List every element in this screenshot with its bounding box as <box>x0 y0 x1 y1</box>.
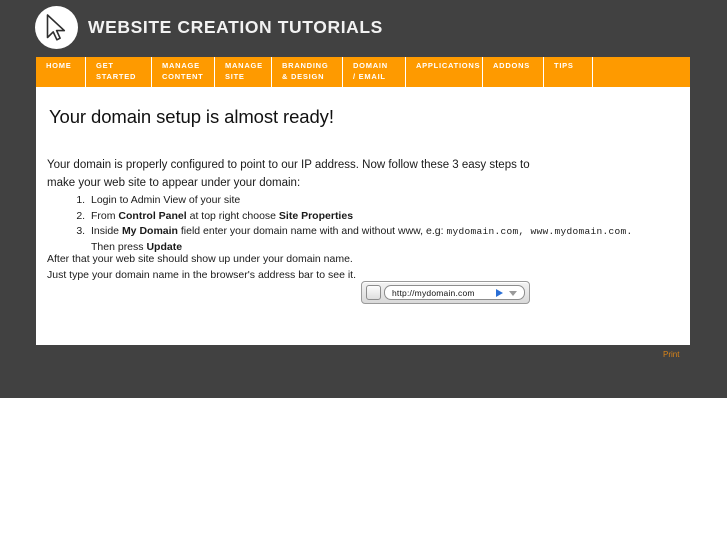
url-text: http://mydomain.com <box>392 287 475 298</box>
site-header: WEBSITE CREATION TUTORIALS <box>0 0 727 57</box>
blank-page-icon <box>366 285 381 300</box>
nav-item-manage-site[interactable]: MANAGE SITE <box>215 57 272 87</box>
main-navigation: HOME GET STARTED MANAGE CONTENT MANAGE S… <box>36 57 690 87</box>
nav-item-get-started[interactable]: GET STARTED <box>86 57 152 87</box>
outro-paragraph: After that your web site should show up … <box>47 253 356 281</box>
steps-list: Login to Admin View of your site From Co… <box>66 193 648 255</box>
print-link[interactable]: Print <box>663 350 679 359</box>
nav-item-applications[interactable]: APPLICATIONS <box>406 57 483 87</box>
brand-title: WEBSITE CREATION TUTORIALS <box>88 17 383 37</box>
play-triangle-icon[interactable] <box>496 289 503 297</box>
nav-item-tips[interactable]: TIPS <box>544 57 593 87</box>
list-item: Login to Admin View of your site <box>88 193 648 208</box>
nav-item-home[interactable]: HOME <box>36 57 86 87</box>
nav-item-domain-email[interactable]: DOMAIN / EMAIL <box>343 57 406 87</box>
nav-item-addons[interactable]: ADDONS <box>483 57 544 87</box>
intro-paragraph: Your domain is properly configured to po… <box>47 159 530 189</box>
nav-item-branding-design[interactable]: BRANDING & DESIGN <box>272 57 343 87</box>
address-bar-inner: http://mydomain.com <box>366 285 525 300</box>
nav-item-manage-content[interactable]: MANAGE CONTENT <box>152 57 215 87</box>
page-title: Your domain setup is almost ready! <box>49 106 334 127</box>
page-root: WEBSITE CREATION TUTORIALS HOME GET STAR… <box>0 0 727 545</box>
list-item: Inside My Domain field enter your domain… <box>88 224 648 254</box>
panel-body: Your domain setup is almost ready! Your … <box>36 87 690 345</box>
url-field[interactable]: http://mydomain.com <box>384 285 525 300</box>
logo-badge <box>35 6 78 49</box>
list-item: From Control Panel at top right choose S… <box>88 209 648 224</box>
browser-address-bar[interactable]: http://mydomain.com <box>361 281 530 304</box>
nav-filler <box>593 57 690 87</box>
content-panel: HOME GET STARTED MANAGE CONTENT MANAGE S… <box>36 57 690 345</box>
chevron-down-icon[interactable] <box>509 291 517 296</box>
